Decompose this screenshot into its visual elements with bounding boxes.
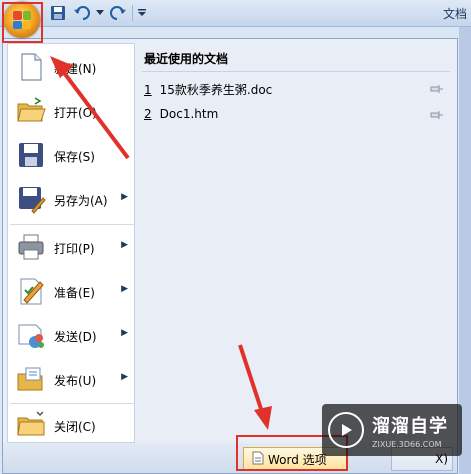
menu-item-new[interactable]: 新建(N) <box>8 46 136 90</box>
send-icon <box>16 320 46 350</box>
prepare-icon <box>16 276 46 306</box>
menu-item-label: 准备(E) <box>54 286 95 300</box>
recent-item-name: Doc1.htm <box>159 107 219 121</box>
submenu-arrow-icon: ▶ <box>121 328 128 338</box>
menu-item-label: 打开(O) <box>54 106 97 120</box>
menu-item-label: 打印(P) <box>54 242 95 256</box>
printer-icon <box>16 232 46 262</box>
window-title: 文档 <box>442 7 467 21</box>
toolbar-divider <box>132 5 133 21</box>
pin-icon[interactable] <box>430 83 444 95</box>
menu-item-save[interactable]: 保存(S) <box>8 134 136 178</box>
office-button-highlight <box>2 2 43 43</box>
recent-item-number: 2 <box>144 107 152 121</box>
menu-divider <box>10 224 134 225</box>
menu-item-label: 另存为(A) <box>54 194 108 208</box>
menu-item-publish[interactable]: 发布(U) ▶ <box>8 358 136 402</box>
menu-item-label: 关闭(C) <box>54 420 96 434</box>
recent-documents-title: 最近使用的文档 <box>144 52 229 66</box>
floppy-disk-icon <box>16 140 46 170</box>
submenu-arrow-icon: ▶ <box>121 372 128 382</box>
chevron-down-icon[interactable] <box>96 4 104 22</box>
menu-item-print[interactable]: 打印(P) ▶ <box>8 226 136 270</box>
menu-item-prepare[interactable]: 准备(E) ▶ <box>8 270 136 314</box>
recent-document-item[interactable]: 2 Doc1.htm <box>144 107 450 127</box>
menu-item-label: 保存(S) <box>54 150 95 164</box>
watermark: 溜溜自学 ZIXUE.3D66.COM <box>322 404 462 456</box>
menu-item-save-as[interactable]: 另存为(A) ▶ <box>8 178 136 222</box>
menu-command-list: 新建(N) 打开(O) 保存(S) 另存为(A) ▶ 打印(P) ▶ 准备(E)… <box>7 43 135 443</box>
save-icon[interactable] <box>48 4 68 22</box>
recent-item-number: 1 <box>144 83 152 97</box>
play-logo-icon <box>328 412 364 448</box>
quick-access-toolbar <box>48 3 147 23</box>
menu-item-send[interactable]: 发送(D) ▶ <box>8 314 136 358</box>
save-as-icon <box>16 184 46 214</box>
recent-documents-panel: 最近使用的文档 1 15款秋季养生粥.doc 2 Doc1.htm <box>138 43 454 443</box>
menu-item-open[interactable]: 打开(O) <box>8 90 136 134</box>
submenu-arrow-icon: ▶ <box>121 284 128 294</box>
menu-item-label: 发布(U) <box>54 374 97 388</box>
new-document-icon <box>16 52 46 82</box>
publish-icon <box>16 364 46 394</box>
undo-icon[interactable] <box>72 4 92 22</box>
recent-document-item[interactable]: 1 15款秋季养生粥.doc <box>144 81 450 101</box>
redo-icon[interactable] <box>108 4 128 22</box>
recent-item-name: 15款秋季养生粥.doc <box>159 83 273 97</box>
title-bar: 文档 <box>0 0 471 27</box>
watermark-title: 溜溜自学 <box>372 415 448 437</box>
open-folder-icon <box>16 96 46 126</box>
recent-divider <box>142 71 450 72</box>
menu-item-close[interactable]: 关闭(C) <box>8 404 136 448</box>
submenu-arrow-icon: ▶ <box>121 240 128 250</box>
customize-toolbar-icon[interactable] <box>137 4 147 22</box>
menu-item-label: 发送(D) <box>54 330 97 344</box>
menu-item-label: 新建(N) <box>54 62 97 76</box>
close-folder-icon <box>16 410 46 440</box>
watermark-url: ZIXUE.3D66.COM <box>372 439 442 449</box>
pin-icon[interactable] <box>430 109 444 121</box>
submenu-arrow-icon: ▶ <box>121 192 128 202</box>
